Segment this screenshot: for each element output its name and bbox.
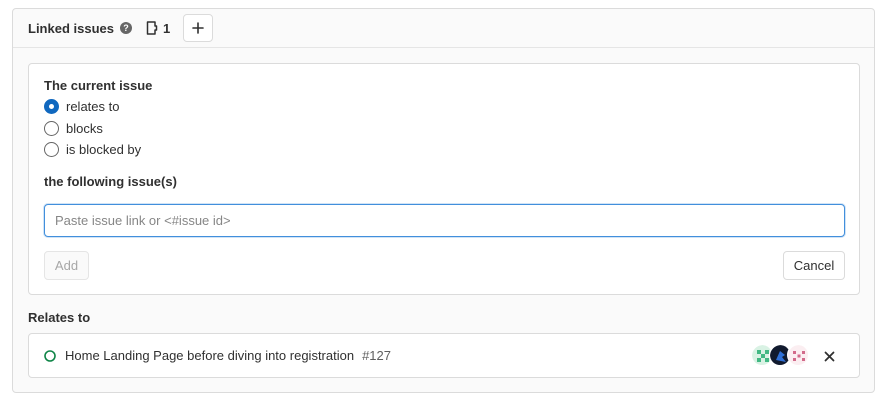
svg-text:?: ? — [123, 23, 129, 33]
current-issue-label: The current issue — [44, 78, 153, 93]
relates-to-heading: Relates to — [28, 310, 91, 325]
linked-issues-title: Linked issues — [28, 20, 114, 36]
linked-issues-card: Linked issues ? 1 The current issue rela… — [12, 8, 875, 393]
plus-icon — [192, 22, 205, 34]
radio-option-is-blocked-by[interactable]: is blocked by — [44, 142, 141, 157]
radio-button[interactable] — [44, 121, 59, 136]
issue-open-icon — [44, 349, 56, 362]
add-linked-issue-button[interactable] — [183, 14, 214, 42]
assignee-avatars — [751, 344, 809, 366]
count-value: 1 — [162, 20, 171, 36]
radio-option-relates-to[interactable]: relates to — [44, 99, 119, 114]
radio-button[interactable] — [44, 99, 59, 114]
issues-icon — [146, 21, 158, 35]
related-issue-item[interactable]: Home Landing Page before diving into reg… — [28, 333, 860, 378]
issue-reference-input[interactable] — [44, 204, 845, 237]
radio-option-blocks[interactable]: blocks — [44, 121, 103, 136]
close-icon — [824, 351, 834, 361]
following-issues-label: the following issue(s) — [44, 174, 177, 189]
radio-label: relates to — [66, 99, 120, 114]
add-button[interactable]: Add — [44, 251, 89, 280]
related-issue-reference: #127 — [362, 348, 391, 363]
radio-button[interactable] — [44, 142, 59, 157]
linked-issues-count: 1 — [146, 21, 170, 36]
related-issue-title[interactable]: Home Landing Page before diving into reg… — [65, 348, 354, 363]
add-issue-form: The current issue relates to blocks is b… — [28, 63, 860, 295]
question-circle-icon[interactable]: ? — [119, 22, 132, 34]
radio-label: blocks — [66, 121, 103, 136]
avatar-pink-identicon[interactable] — [787, 344, 809, 366]
cancel-button[interactable]: Cancel — [783, 251, 845, 280]
remove-related-issue-button[interactable] — [821, 348, 837, 364]
radio-label: is blocked by — [66, 142, 142, 157]
linked-issues-header: Linked issues ? 1 — [13, 9, 874, 48]
